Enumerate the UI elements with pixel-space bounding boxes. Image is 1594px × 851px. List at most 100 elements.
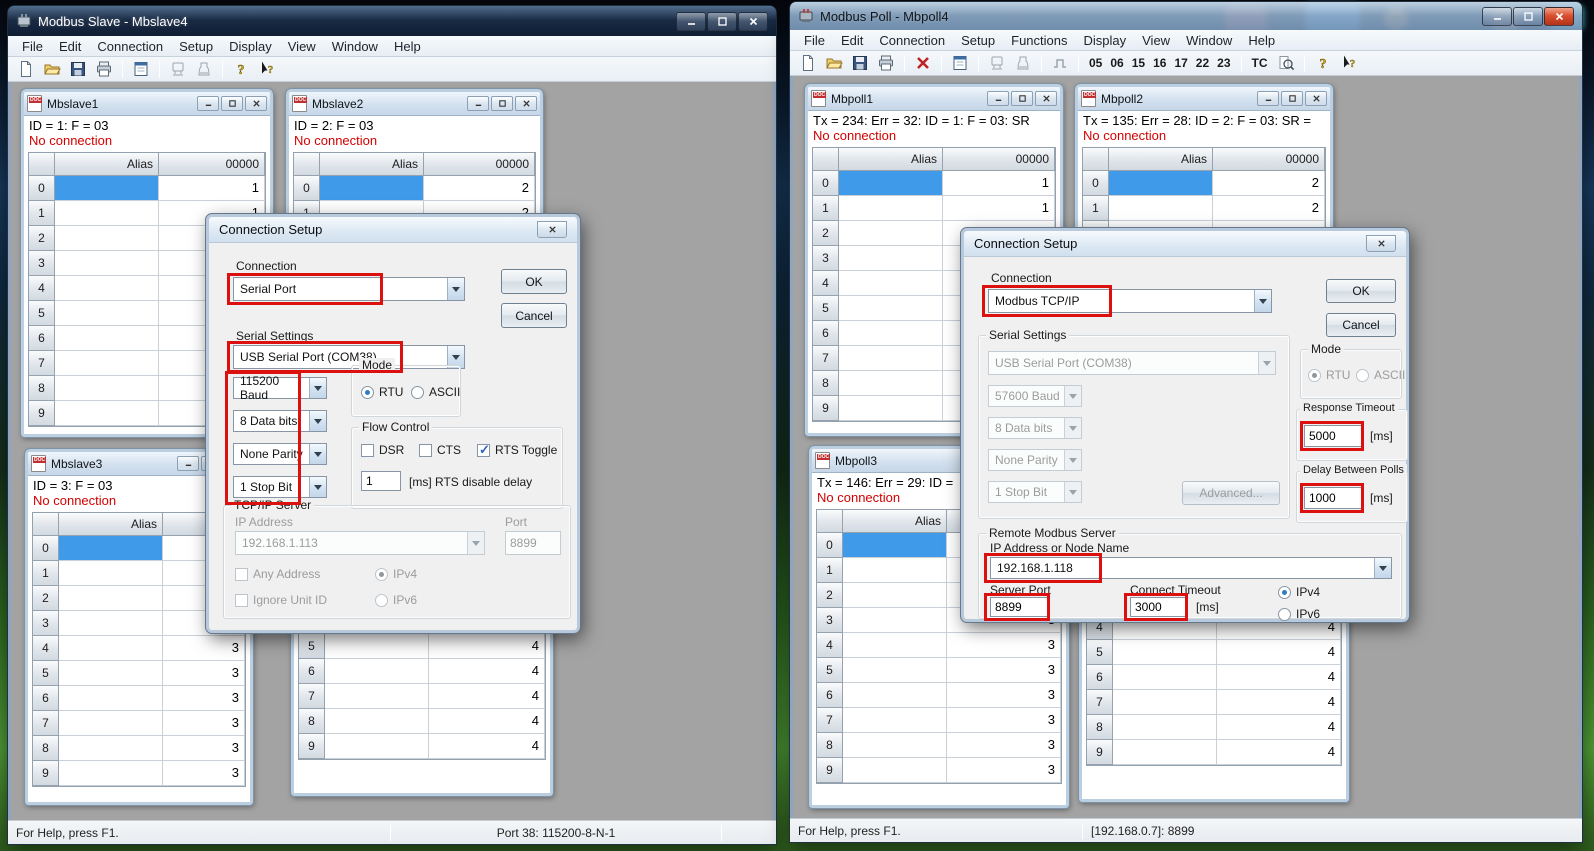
row-header[interactable]: 0 [33,536,59,561]
alias-cell[interactable] [839,371,943,396]
value-cell[interactable]: 4 [1217,640,1341,665]
value-cell[interactable]: 3 [947,633,1061,658]
data-bits-combobox[interactable]: 8 Data bits [988,417,1082,439]
row-header[interactable]: 4 [817,633,843,658]
row-header[interactable]: 9 [299,734,325,759]
row-header[interactable]: 5 [299,634,325,659]
menu-item-connection[interactable]: Connection [871,31,953,50]
alias-cell[interactable] [59,586,163,611]
row-header[interactable]: 0 [1083,171,1109,196]
any-address-checkbox[interactable]: Any Address [235,567,320,581]
register-column-header[interactable]: 00000 [424,153,535,176]
row-header[interactable]: 2 [813,221,839,246]
row-header[interactable]: 3 [813,246,839,271]
value-cell[interactable]: 4 [1217,665,1341,690]
comm-log-button[interactable] [192,59,216,80]
delay-between-polls-input[interactable] [1304,487,1362,509]
cancel-poll-button[interactable] [911,53,935,74]
print-button[interactable] [874,53,898,74]
alias-cell[interactable] [843,683,947,708]
alias-cell[interactable] [55,326,159,351]
menu-item-file[interactable]: File [796,31,833,50]
alias-cell[interactable] [1113,740,1217,765]
ok-button[interactable]: OK [501,269,567,294]
row-header[interactable]: 5 [1087,640,1113,665]
row-header[interactable]: 6 [1087,665,1113,690]
tcp-port-input[interactable] [505,531,561,555]
alias-cell[interactable] [55,201,159,226]
grid-corner[interactable] [29,153,55,176]
restore-button[interactable] [1011,91,1033,106]
alias-cell[interactable] [59,636,163,661]
minimize-button[interactable] [467,96,489,111]
value-cell[interactable]: 1 [159,176,265,201]
row-header[interactable]: 6 [299,659,325,684]
dialog-close-button[interactable] [1366,235,1396,252]
restore-button[interactable] [1281,91,1303,106]
rtu-radio[interactable]: RTU [1308,368,1350,382]
row-header[interactable]: 4 [33,636,59,661]
row-header[interactable]: 1 [33,561,59,586]
grid-corner[interactable] [294,153,320,176]
row-header[interactable]: 9 [1087,740,1113,765]
alias-column-header[interactable]: Alias [55,153,159,176]
open-file-button[interactable] [822,53,846,74]
ignore-unit-id-checkbox[interactable]: Ignore Unit ID [235,593,327,607]
ipv6-radio[interactable]: IPv6 [375,593,417,607]
alias-cell[interactable] [843,758,947,783]
row-header[interactable]: 5 [817,658,843,683]
alias-cell[interactable] [325,659,429,684]
titlebar[interactable]: Modbus Poll - Mbpoll4 [790,2,1582,30]
row-header[interactable]: 0 [294,176,320,201]
row-header[interactable]: 4 [813,271,839,296]
minimize-button[interactable] [177,456,199,471]
alias-cell[interactable] [1113,690,1217,715]
data-bits-combobox[interactable]: 8 Data bits [233,410,327,432]
ip-address-combobox[interactable]: 192.168.1.113 [235,531,485,555]
parity-combobox[interactable]: None Parity [233,443,327,465]
close-button[interactable] [1035,91,1057,106]
zoom-icon-button[interactable] [1274,53,1298,74]
value-cell[interactable]: 1 [943,171,1055,196]
alias-cell[interactable] [843,608,947,633]
alias-cell[interactable] [55,276,159,301]
alias-cell[interactable] [843,658,947,683]
minimize-button[interactable] [987,91,1009,106]
single-poll-button[interactable] [1048,53,1072,74]
value-cell[interactable]: 3 [947,683,1061,708]
row-header[interactable]: 9 [33,761,59,786]
connection-type-combobox[interactable]: Serial Port [233,277,465,301]
connect-icon-button[interactable] [166,59,190,80]
alias-cell[interactable] [843,583,947,608]
value-cell[interactable]: 4 [429,709,545,734]
ok-button[interactable]: OK [1326,279,1396,303]
ipv4-radio[interactable]: IPv4 [1278,585,1320,599]
alias-cell[interactable] [839,271,943,296]
connection-type-combobox[interactable]: Modbus TCP/IP [988,289,1272,313]
advanced-button[interactable]: Advanced... [1182,481,1280,505]
close-button[interactable] [515,96,537,111]
row-header[interactable]: 8 [299,709,325,734]
alias-cell[interactable] [59,661,163,686]
parity-combobox[interactable]: None Parity [988,449,1082,471]
value-cell[interactable]: 3 [163,761,245,786]
alias-cell[interactable] [59,711,163,736]
minimize-button[interactable] [676,12,706,31]
child-titlebar[interactable]: DOC Mbslave2 [289,92,540,116]
function-button-15[interactable]: 15 [1128,54,1149,72]
menu-item-window[interactable]: Window [1178,31,1240,50]
row-header[interactable]: 0 [817,533,843,558]
serial-port-combobox[interactable]: USB Serial Port (COM38) [988,351,1276,375]
new-file-button[interactable] [14,59,38,80]
menu-item-edit[interactable]: Edit [833,31,871,50]
row-header[interactable]: 7 [33,711,59,736]
rts-delay-input[interactable] [361,471,401,491]
alias-cell[interactable] [55,251,159,276]
row-header[interactable]: 8 [29,376,55,401]
close-button[interactable] [1544,7,1574,26]
cts-checkbox[interactable]: CTS [419,443,461,457]
row-header[interactable]: 0 [813,171,839,196]
row-header[interactable]: 2 [817,583,843,608]
register-column-header[interactable]: 00000 [1213,148,1325,171]
register-column-header[interactable]: 00000 [943,148,1055,171]
